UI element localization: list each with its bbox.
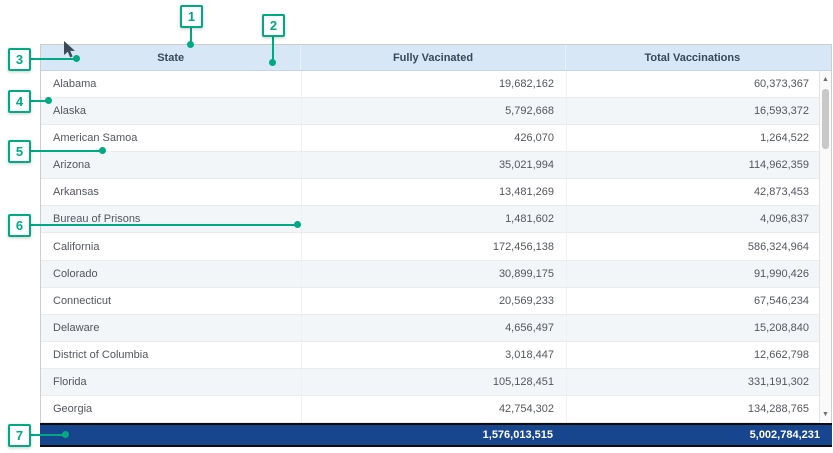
table-row: Arizona 35,021,994 114,962,359	[41, 152, 831, 179]
annotation-dot-6	[294, 221, 301, 228]
total-vaccinations-cell: 586,324,964	[566, 233, 821, 259]
annotation-marker-4: 4	[8, 90, 31, 113]
fully-vacinated-cell: 30,899,175	[301, 261, 566, 287]
table-row: Florida 105,128,451 331,191,302	[41, 369, 831, 396]
table-body: Alabama 19,682,162 60,373,367 Alaska 5,7…	[41, 71, 831, 423]
state-cell: California	[41, 233, 301, 259]
state-cell: Delaware	[41, 315, 301, 341]
summary-state-cell	[40, 425, 300, 445]
annotation-marker-2: 2	[262, 14, 285, 37]
annotation-marker-7-label: 7	[16, 428, 23, 443]
total-vaccinations-cell: 16,593,372	[566, 98, 821, 124]
total-vaccinations-cell: 114,962,359	[566, 152, 821, 178]
table-row: Bureau of Prisons 1,481,602 4,096,837	[41, 206, 831, 233]
fully-vacinated-cell: 3,018,447	[301, 342, 566, 368]
annotation-line-5	[30, 150, 101, 152]
total-vaccinations-cell: 15,208,840	[566, 315, 821, 341]
total-vaccinations-cell: 134,288,765	[566, 396, 821, 422]
mouse-cursor-icon	[63, 41, 76, 59]
total-vaccinations-cell: 67,546,234	[566, 288, 821, 314]
table-row: Connecticut 20,569,233 67,546,234	[41, 288, 831, 315]
fully-vacinated-cell: 105,128,451	[301, 369, 566, 395]
annotation-dot-7	[62, 431, 69, 438]
state-cell: Florida	[41, 369, 301, 395]
annotation-marker-7: 7	[8, 424, 31, 447]
total-vaccinations-cell: 60,373,367	[566, 71, 821, 97]
annotation-line-2	[272, 36, 274, 60]
table-row: Georgia 42,754,302 134,288,765	[41, 396, 831, 423]
annotation-marker-6: 6	[8, 214, 31, 237]
state-cell: Georgia	[41, 396, 301, 422]
summary-fully-vacinated-value: 1,576,013,515	[300, 425, 565, 445]
table-row: California 172,456,138 586,324,964	[41, 233, 831, 260]
fully-vacinated-cell: 4,656,497	[301, 315, 566, 341]
fully-vacinated-cell: 426,070	[301, 125, 566, 151]
annotation-marker-2-label: 2	[270, 18, 277, 33]
annotation-marker-5-label: 5	[16, 144, 23, 159]
scrollbar-up-icon[interactable]: ▲	[820, 73, 831, 86]
annotation-marker-4-label: 4	[16, 94, 23, 109]
state-cell: American Samoa	[41, 125, 301, 151]
scrollbar-down-icon[interactable]: ▼	[820, 408, 831, 421]
table-row: Arkansas 13,481,269 42,873,453	[41, 179, 831, 206]
annotation-marker-6-label: 6	[16, 218, 23, 233]
fully-vacinated-cell: 172,456,138	[301, 233, 566, 259]
table-row: Alabama 19,682,162 60,373,367	[41, 71, 831, 98]
annotation-marker-1-label: 1	[188, 9, 195, 24]
state-cell: Arkansas	[41, 179, 301, 205]
total-vaccinations-cell: 1,264,522	[566, 125, 821, 151]
total-vaccinations-cell: 4,096,837	[566, 206, 821, 232]
summary-row: 1,576,013,515 5,002,784,231	[40, 423, 832, 447]
summary-total-vaccinations-value: 5,002,784,231	[565, 425, 832, 445]
table-row: Alaska 5,792,668 16,593,372	[41, 98, 831, 125]
fully-vacinated-cell: 1,481,602	[301, 206, 566, 232]
column-header-fully-vacinated: Fully Vacinated	[300, 45, 564, 70]
state-cell: Bureau of Prisons	[41, 206, 301, 232]
total-vaccinations-cell: 331,191,302	[566, 369, 821, 395]
state-cell: Connecticut	[41, 288, 301, 314]
annotated-screenshot: State Fully Vacinated Total Vaccinations…	[0, 0, 833, 453]
state-cell: District of Columbia	[41, 342, 301, 368]
state-cell: Arizona	[41, 152, 301, 178]
vertical-scrollbar[interactable]: ▲ ▼	[819, 71, 831, 423]
annotation-line-6	[30, 224, 296, 226]
annotation-dot-5	[99, 147, 106, 154]
fully-vacinated-cell: 19,682,162	[301, 71, 566, 97]
state-cell: Colorado	[41, 261, 301, 287]
header-scrollbar-spacer	[819, 45, 831, 70]
fully-vacinated-cell: 5,792,668	[301, 98, 566, 124]
total-vaccinations-cell: 42,873,453	[566, 179, 821, 205]
annotation-dot-2	[269, 59, 276, 66]
table-row: Colorado 30,899,175 91,990,426	[41, 261, 831, 288]
table-row: Delaware 4,656,497 15,208,840	[41, 315, 831, 342]
vaccination-table: State Fully Vacinated Total Vaccinations…	[40, 44, 832, 423]
scrollbar-thumb[interactable]	[822, 89, 829, 149]
fully-vacinated-cell: 42,754,302	[301, 396, 566, 422]
column-header-total-vaccinations: Total Vaccinations	[565, 45, 819, 70]
total-vaccinations-cell: 12,662,798	[566, 342, 821, 368]
table-row: American Samoa 426,070 1,264,522	[41, 125, 831, 152]
table-header-row: State Fully Vacinated Total Vaccinations	[41, 45, 831, 71]
annotation-dot-1	[187, 41, 194, 48]
state-cell: Alabama	[41, 71, 301, 97]
annotation-line-7	[30, 434, 64, 436]
state-cell: Alaska	[41, 98, 301, 124]
fully-vacinated-cell: 35,021,994	[301, 152, 566, 178]
fully-vacinated-cell: 20,569,233	[301, 288, 566, 314]
annotation-marker-5: 5	[8, 140, 31, 163]
annotation-marker-3: 3	[8, 48, 31, 71]
annotation-marker-1: 1	[180, 5, 203, 28]
fully-vacinated-cell: 13,481,269	[301, 179, 566, 205]
table-row: District of Columbia 3,018,447 12,662,79…	[41, 342, 831, 369]
annotation-dot-4	[45, 97, 52, 104]
total-vaccinations-cell: 91,990,426	[566, 261, 821, 287]
annotation-marker-3-label: 3	[16, 52, 23, 67]
